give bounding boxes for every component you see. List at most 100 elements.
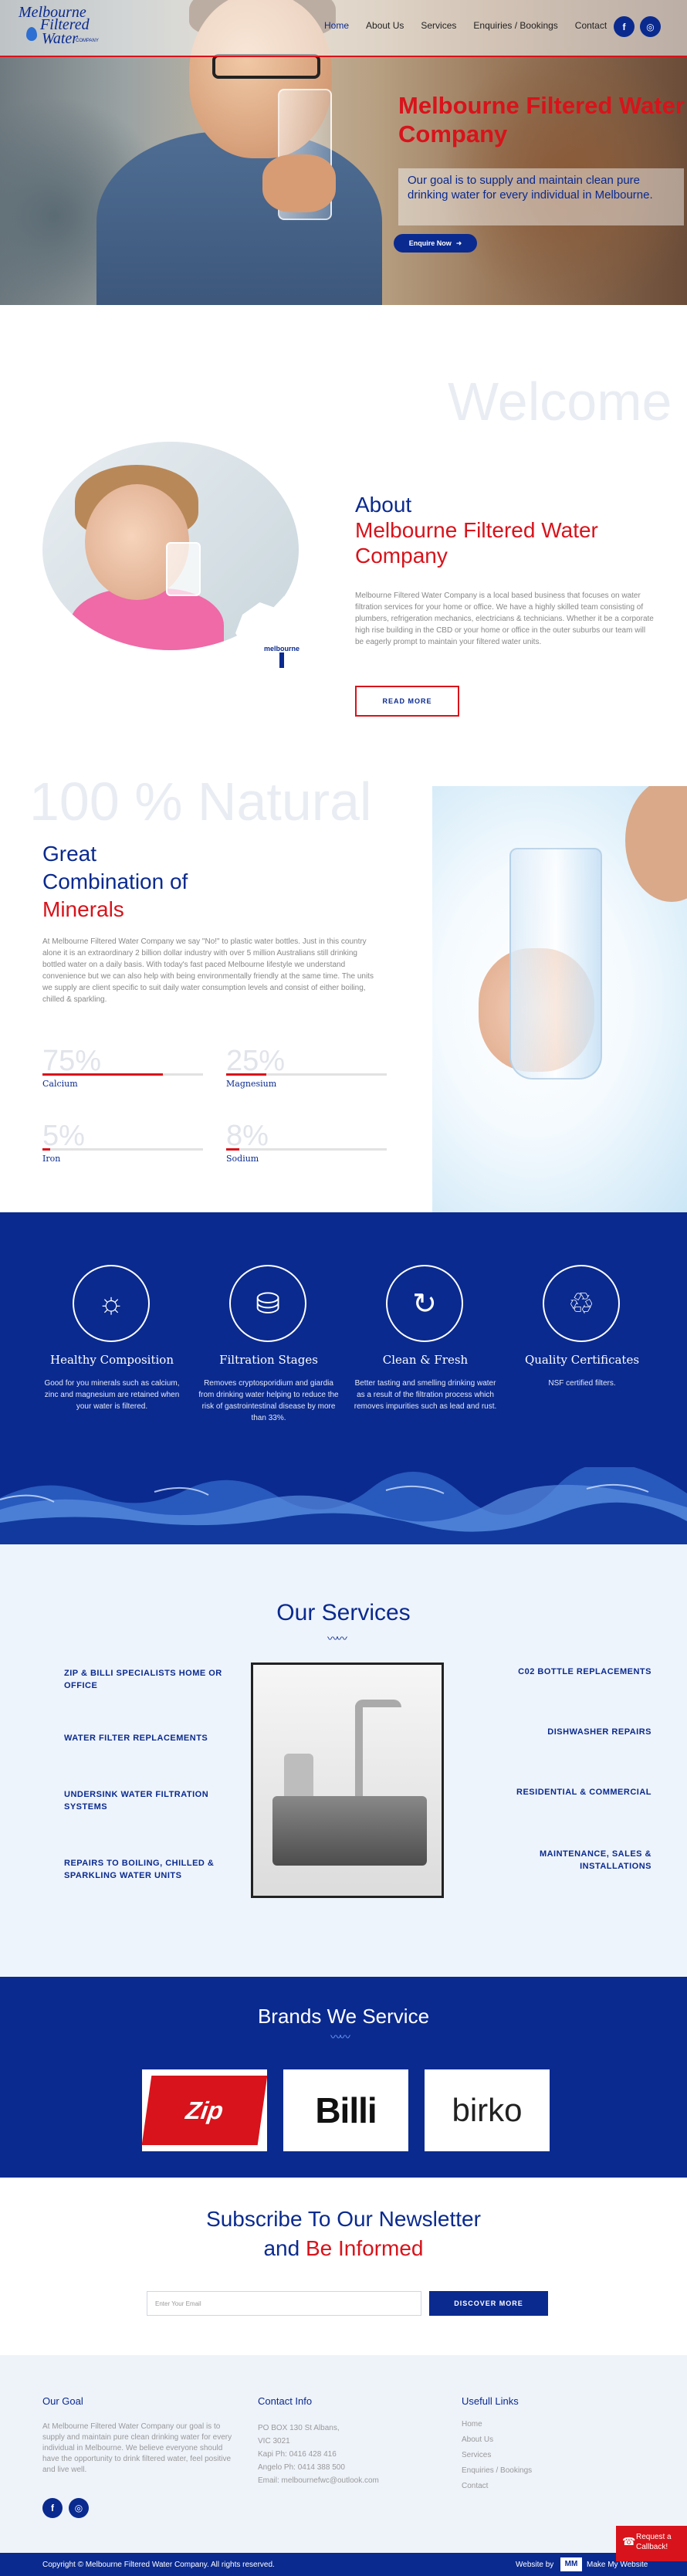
features-section: ☼ Healthy Composition Good for you miner… — [0, 1212, 687, 1544]
company-logo[interactable]: Melbourne Filtered Water COMPANY — [19, 4, 119, 52]
water-splash-decoration — [0, 1467, 687, 1544]
brand-birko-label: birko — [452, 2092, 523, 2128]
recycle-icon: ♲ — [543, 1265, 620, 1342]
footer-link-home[interactable]: Home — [462, 2417, 532, 2432]
nav-enquiries[interactable]: Enquiries / Bookings — [473, 20, 557, 31]
logo-line-3: Water — [42, 30, 79, 47]
minerals-heading-accent: Minerals — [42, 897, 124, 921]
bottle-icon: ⛁ — [229, 1265, 306, 1342]
about-heading-accent: Melbourne Filtered Water Company — [355, 518, 598, 568]
logo-tagline: COMPANY — [76, 39, 99, 43]
about-body: Melbourne Filtered Water Company is a lo… — [355, 591, 654, 646]
mineral-name: Magnesium — [226, 1079, 277, 1089]
mineral-name: Calcium — [42, 1079, 78, 1089]
site-footer: Our Goal At Melbourne Filtered Water Com… — [0, 2355, 687, 2576]
feature-title: Filtration Stages — [219, 1353, 318, 1367]
feature-title: Clean & Fresh — [382, 1353, 469, 1367]
footer-instagram-icon[interactable]: ◎ — [69, 2498, 89, 2518]
service-item[interactable]: REPAIRS TO BOILING, CHILLED & SPARKLING … — [64, 1857, 242, 1882]
feature-desc: Better tasting and smelling drinking wat… — [354, 1379, 497, 1411]
copyright-bar: Copyright © Melbourne Filtered Water Com… — [0, 2553, 687, 2576]
hero-subtitle: Our goal is to supply and maintain clean… — [398, 168, 684, 225]
service-item[interactable]: UNDERSINK WATER FILTRATION SYSTEMS — [64, 1788, 242, 1813]
facebook-icon[interactable]: f — [614, 16, 635, 37]
copyright-text: Copyright © Melbourne Filtered Water Com… — [42, 2561, 275, 2569]
about-heading-top: About — [355, 493, 412, 517]
service-item[interactable]: C02 BOTTLE REPLACEMENTS — [474, 1666, 651, 1678]
make-my-website-logo[interactable]: MM — [560, 2557, 582, 2571]
newsletter-heading-line-1: Subscribe To Our Newsletter — [206, 2207, 481, 2231]
newsletter-heading-accent: Be Informed — [305, 2236, 424, 2260]
minerals-heading-2: Combination of — [42, 869, 188, 893]
main-nav: Home About Us Services Enquiries / Booki… — [324, 20, 607, 31]
footer-links: Home About Us Services Enquiries / Booki… — [462, 2417, 532, 2494]
callback-label-1: Request a — [636, 2533, 672, 2541]
contact-address-2: VIC 3021 — [258, 2437, 290, 2446]
footer-link-contact[interactable]: Contact — [462, 2479, 532, 2494]
mineral-percent: 8% — [226, 1120, 269, 1152]
services-heading: Our Services — [276, 1600, 411, 1625]
brand-billi-logo: Billi — [283, 2069, 408, 2151]
nav-home[interactable]: Home — [324, 20, 349, 31]
footer-link-about[interactable]: About Us — [462, 2432, 532, 2448]
service-item[interactable]: RESIDENTIAL & COMMERCIAL — [474, 1786, 651, 1798]
footer-link-enquiries[interactable]: Enquiries / Bookings — [462, 2463, 532, 2479]
nav-about-us[interactable]: About Us — [366, 20, 404, 31]
discover-more-button[interactable]: DISCOVER MORE — [429, 2291, 548, 2316]
footer-facebook-icon[interactable]: f — [42, 2498, 63, 2518]
feature-title: Quality Certificates — [524, 1353, 640, 1367]
hero-title: Melbourne Filtered Water Company — [398, 92, 685, 147]
contact-phone-kapi[interactable]: Kapi Ph: 0416 428 416 — [258, 2448, 379, 2461]
footer-contact-info: PO BOX 130 St Albans, VIC 3021 Kapi Ph: … — [258, 2422, 379, 2487]
instagram-icon[interactable]: ◎ — [640, 16, 661, 37]
map-pin-label: melbourne — [264, 645, 300, 652]
request-callback-button[interactable]: ☎ Request a Callback! — [616, 2526, 687, 2561]
feature-desc: Removes cryptosporidium and giardia from… — [198, 1379, 339, 1422]
footer-contact-heading: Contact Info — [258, 2395, 313, 2407]
enquire-now-button[interactable]: Enquire Now ➜ — [394, 234, 477, 253]
brand-billi-label: Billi — [315, 2090, 377, 2130]
brand-zip-label: Zip — [141, 2076, 268, 2145]
kitchen-tap-photo — [251, 1663, 444, 1898]
about-heading: About Melbourne Filtered Water Company — [355, 492, 664, 568]
mineral-bar-calcium: 75% Calcium — [42, 1045, 203, 1089]
sun-water-icon: ☼ — [73, 1265, 150, 1342]
footer-link-services[interactable]: Services — [462, 2448, 532, 2463]
mineral-percent: 25% — [226, 1045, 286, 1077]
email-input[interactable]: Enter Your Email — [147, 2291, 421, 2316]
credit-prefix: Website by — [516, 2561, 554, 2569]
footer-links-heading: Usefull Links — [462, 2395, 519, 2407]
service-item[interactable]: WATER FILTER REPLACEMENTS — [64, 1732, 242, 1744]
brand-zip-logo: Zip — [141, 2069, 268, 2151]
contact-email[interactable]: Email: melbournefwc@outlook.com — [258, 2474, 379, 2487]
read-more-button[interactable]: READ MORE — [355, 686, 459, 717]
mineral-bar-magnesium: 25% Magnesium — [226, 1045, 387, 1089]
mineral-bar-fill — [42, 1148, 51, 1151]
map-pin-icon — [279, 652, 284, 668]
feature-title: Healthy Composition — [49, 1353, 174, 1367]
nav-contact[interactable]: Contact — [575, 20, 607, 31]
brand-birko-logo: birko — [425, 2069, 550, 2151]
mineral-bar-fill — [226, 1073, 266, 1076]
mineral-bar-fill — [42, 1073, 163, 1076]
footer-goal-heading: Our Goal — [42, 2395, 83, 2407]
nav-services[interactable]: Services — [421, 20, 456, 31]
mineral-percent: 5% — [42, 1120, 85, 1152]
feature-desc: Good for you minerals such as calcium, z… — [44, 1379, 180, 1411]
service-item[interactable]: DISHWASHER REPAIRS — [474, 1726, 651, 1738]
natural-background-text: 100 % Natural — [29, 771, 372, 832]
services-section: Our Services 〰〰 ZIP & BILLI SPECIALISTS … — [0, 1544, 687, 1977]
phone-icon: ☎ — [622, 2535, 636, 2547]
drop-refresh-icon: ↻ — [386, 1265, 463, 1342]
mineral-name: Iron — [42, 1154, 61, 1164]
newsletter-heading: Subscribe To Our Newsletter and Be Infor… — [0, 2205, 687, 2263]
newsletter-heading-and: and — [263, 2236, 300, 2260]
water-drop-icon — [26, 27, 37, 41]
wave-divider-icon: 〰〰 — [330, 2031, 350, 2043]
glass-of-water-photo — [432, 786, 687, 1212]
mineral-percent: 75% — [42, 1045, 102, 1077]
credit-name[interactable]: Make My Website — [587, 2561, 648, 2569]
service-item[interactable]: MAINTENANCE, SALES & INSTALLATIONS — [474, 1848, 651, 1873]
contact-phone-angelo[interactable]: Angelo Ph: 0414 388 500 — [258, 2461, 379, 2474]
service-item[interactable]: ZIP & BILLI SPECIALISTS HOME OR OFFICE — [64, 1667, 242, 1692]
